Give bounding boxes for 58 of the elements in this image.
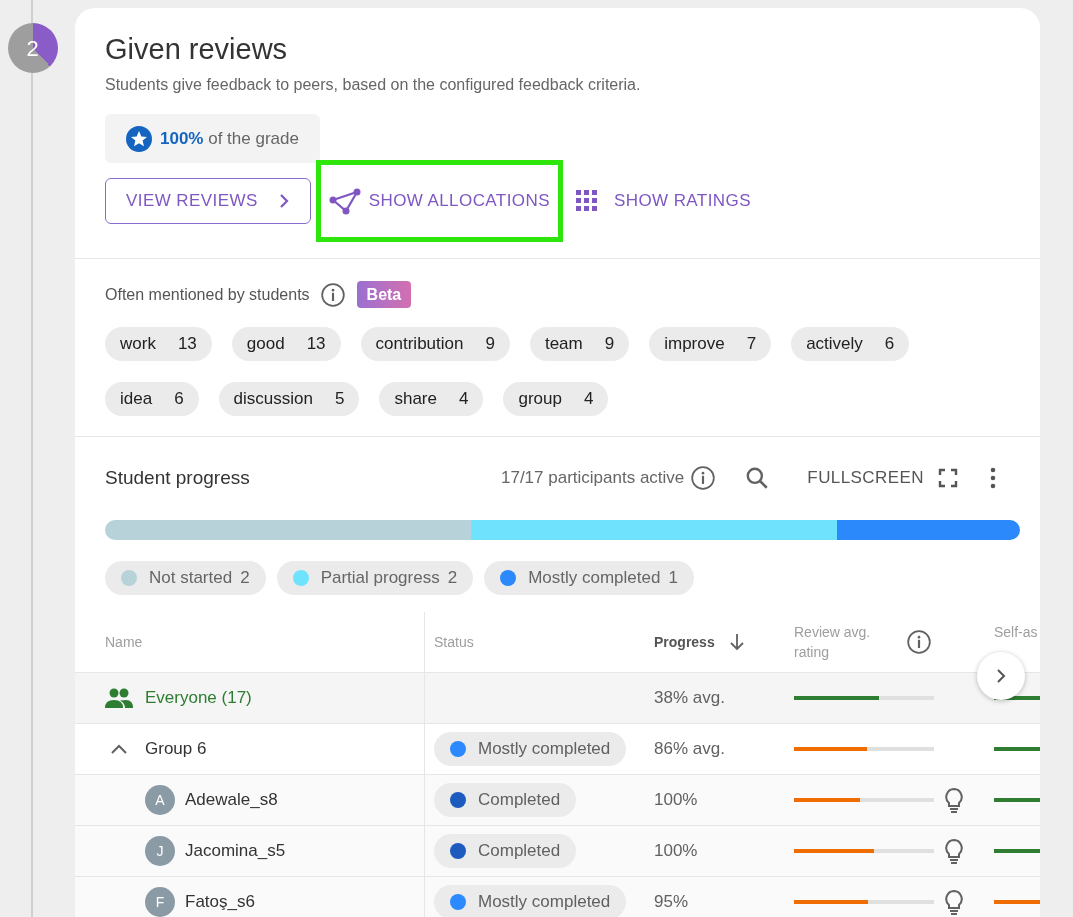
keyword-chip[interactable]: team 9 (529, 327, 630, 361)
status-label: Mostly completed (478, 891, 611, 914)
more-icon[interactable] (988, 466, 998, 490)
fullscreen-button[interactable]: FULLSCREEN (807, 465, 958, 491)
progress-value: 100% (654, 840, 698, 863)
status-label: Completed (478, 789, 561, 812)
chevron-right-icon (996, 668, 1006, 684)
progress-value: 95% (654, 891, 689, 914)
avatar: J (145, 836, 175, 866)
mentions-label: Often mentioned by students (105, 284, 310, 305)
keyword-chip[interactable]: actively 6 (791, 327, 910, 361)
section-description: Students give feedback to peers, based on the configured feedback criteria. (105, 75, 642, 95)
keyword-chip[interactable]: group 4 (503, 382, 609, 416)
avatar: A (145, 785, 175, 815)
chevron-right-icon (277, 193, 290, 209)
student-name[interactable]: Fatoş_s6 (185, 889, 255, 915)
people-icon (105, 688, 133, 708)
progress-value: 86% avg. (654, 738, 725, 761)
keyword-chip[interactable]: idea 6 (105, 382, 199, 416)
legend-chip[interactable]: Not started 2 (105, 561, 266, 595)
status-label: Completed (478, 840, 561, 863)
network-icon (328, 187, 361, 215)
student-name[interactable]: Jacomina_s5 (185, 838, 286, 864)
progress-value: 100% (654, 789, 698, 812)
keyword-chip[interactable]: share 4 (379, 382, 484, 416)
column-header[interactable]: Progress (654, 631, 715, 653)
fullscreen-icon (938, 468, 958, 488)
action-button[interactable]: SHOW ALLOCATIONS (320, 178, 558, 224)
keyword-chip[interactable]: work 13 (105, 327, 212, 361)
legend-chip[interactable]: Partial progress 2 (276, 561, 474, 595)
keyword-chip[interactable]: discussion 5 (218, 382, 360, 416)
view-reviews-button[interactable]: VIEW REVIEWS (105, 178, 311, 224)
lightbulb-icon[interactable] (944, 889, 964, 915)
status-label: Mostly completed (478, 738, 611, 761)
avatar: F (145, 887, 175, 917)
participants-active: 17/17 participants active (501, 467, 685, 490)
grade-weight-text: 100% of the grade (160, 127, 299, 150)
keyword-chip[interactable]: contribution 9 (360, 327, 510, 361)
sort-down-icon[interactable] (728, 633, 745, 651)
keyword-chip[interactable]: improve 7 (649, 327, 772, 361)
info-icon[interactable] (906, 629, 932, 655)
info-icon[interactable] (319, 281, 346, 308)
lightbulb-icon[interactable] (944, 787, 964, 813)
chevron-icon (110, 743, 128, 755)
scroll-right-button[interactable] (977, 652, 1025, 700)
progress-title: Student progress (105, 465, 251, 490)
lightbulb-icon[interactable] (944, 838, 964, 864)
progress-value: 38% avg. (654, 687, 725, 710)
beta-badge: Beta (356, 281, 412, 308)
row-name: Everyone (17) (145, 687, 252, 710)
info-icon[interactable] (690, 465, 717, 491)
legend-chip[interactable]: Mostly completed 1 (484, 561, 694, 595)
grid-icon (575, 190, 598, 212)
student-name[interactable]: Adewale_s8 (185, 787, 278, 813)
keyword-chip[interactable]: good 13 (231, 327, 341, 361)
group-name[interactable]: Group 6 (145, 736, 207, 762)
section-title: Given reviews (105, 32, 289, 66)
action-button[interactable]: SHOW RATINGS (567, 178, 759, 224)
